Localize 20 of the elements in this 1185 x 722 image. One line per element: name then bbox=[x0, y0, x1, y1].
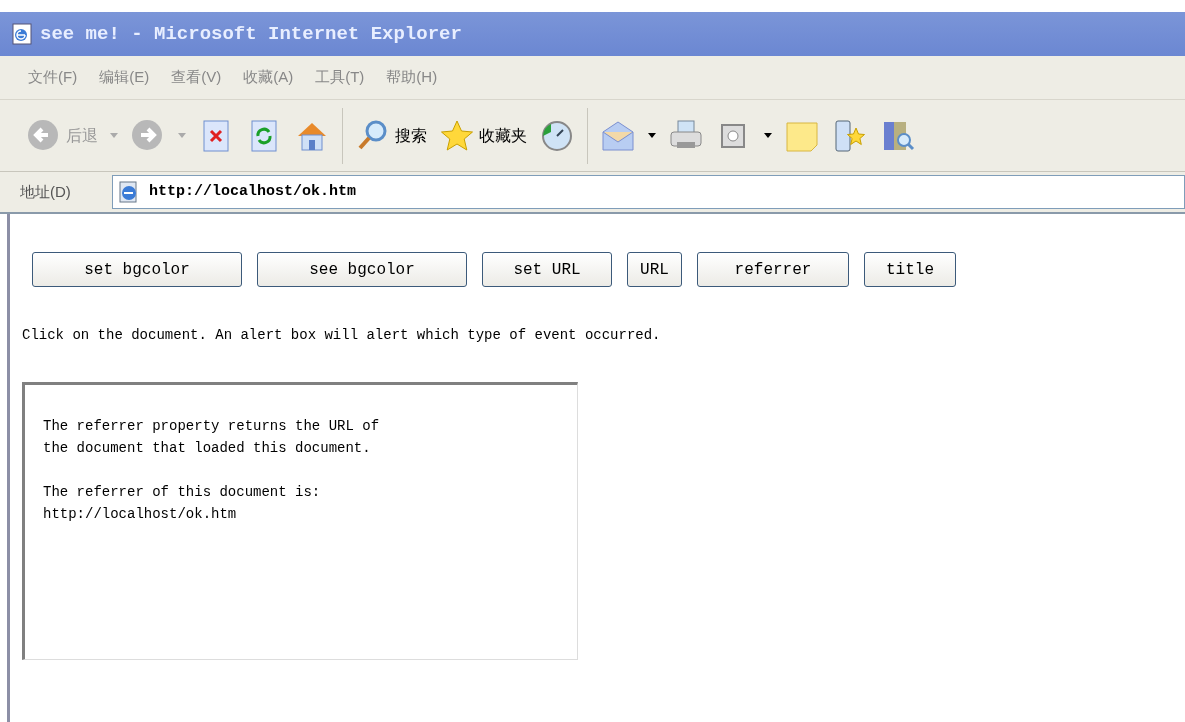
toolbar-button[interactable]: 收藏夹 bbox=[439, 117, 527, 154]
box-paragraph: The referrer of this document is: http://localhost/ok.htm bbox=[43, 483, 322, 524]
browser-icon bbox=[12, 23, 32, 45]
phone-star-icon bbox=[832, 117, 868, 154]
dropdown-arrow-icon[interactable] bbox=[648, 133, 656, 138]
page-button[interactable]: set URL bbox=[482, 252, 612, 287]
toolbar-button[interactable]: 搜索 bbox=[355, 117, 427, 154]
page-button[interactable]: title bbox=[864, 252, 956, 287]
page-button[interactable]: URL bbox=[627, 252, 682, 287]
address-field[interactable]: http://localhost/ok.htm bbox=[112, 175, 1185, 209]
box-paragraph: The referrer property returns the URL of the document that loaded this document. bbox=[43, 417, 381, 458]
page-button[interactable]: see bgcolor bbox=[257, 252, 467, 287]
page-button[interactable]: referrer bbox=[697, 252, 849, 287]
page-button[interactable]: set bgcolor bbox=[32, 252, 242, 287]
url-text: http://localhost/ok.htm bbox=[149, 181, 357, 202]
instruction-text: Click on the document. An alert box will alert which type of event occurred. bbox=[22, 326, 662, 345]
address-label: 地址(D) bbox=[20, 181, 72, 202]
dropdown-arrow-icon[interactable] bbox=[764, 133, 772, 138]
window-title: see me! - Microsoft Internet Explorer bbox=[40, 21, 462, 47]
toolbar-button[interactable] bbox=[832, 117, 868, 154]
